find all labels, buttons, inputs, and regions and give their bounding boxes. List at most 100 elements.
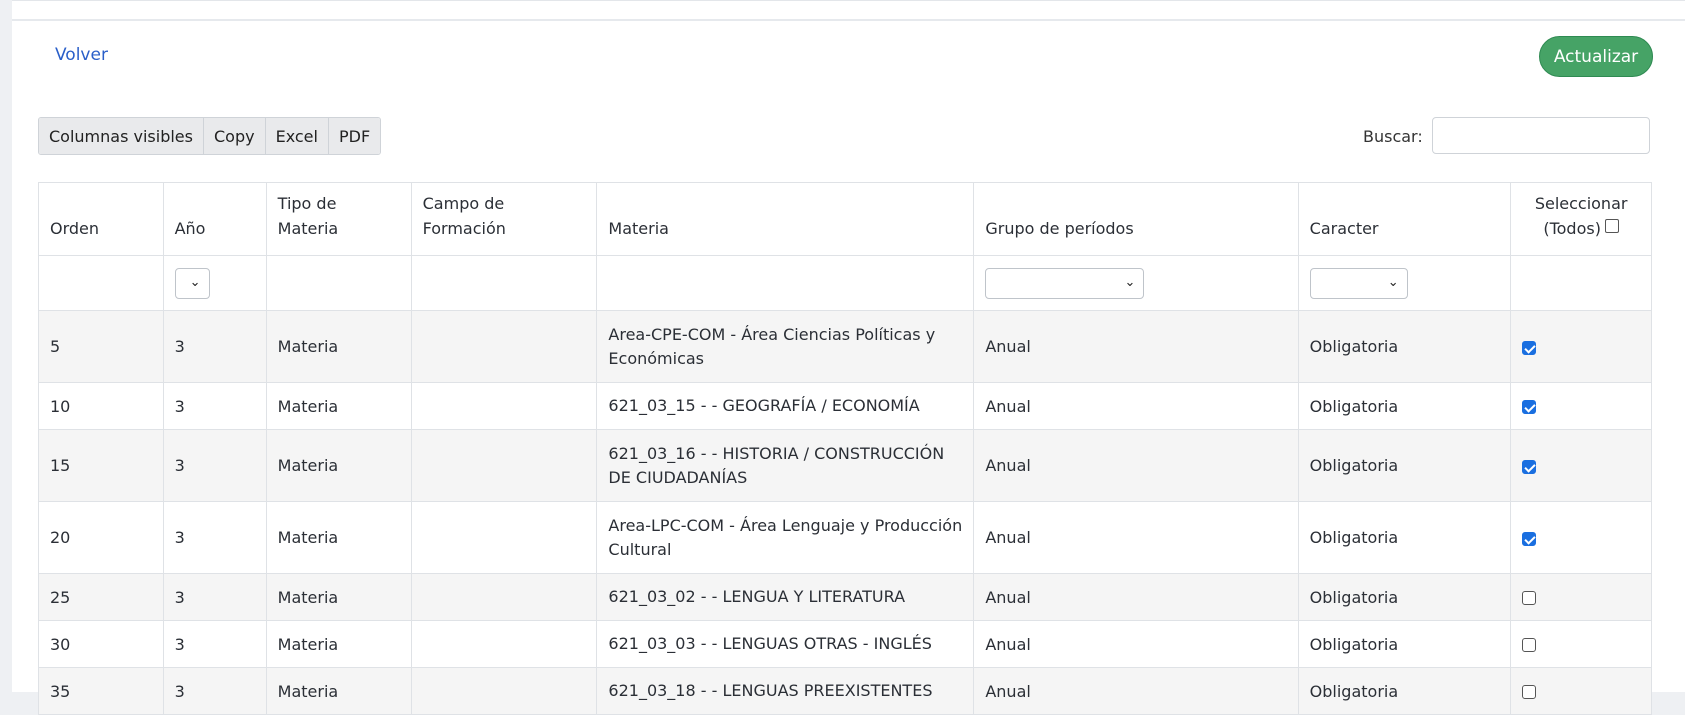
divider — [12, 19, 1685, 21]
table-row: 25 3 Materia 621_03_02 - - LENGUA Y LITERAT… — [38, 573, 1652, 621]
cell-caracter: Obligatoria — [1297, 667, 1512, 715]
cell-grupo: Anual — [973, 620, 1299, 668]
cell-anio: 3 — [162, 620, 267, 668]
select-all-checkbox[interactable] — [1604, 219, 1619, 233]
cell-materia: 621_03_18 - - LENGUAS PREEXISTENTES — [596, 667, 975, 715]
table-row: 5 3 Materia Area-CPE-COM - Área Ciencias Po… — [38, 310, 1652, 383]
column-visibility-button[interactable]: Columnas visibles — [39, 118, 204, 154]
cell-campo — [410, 620, 598, 668]
cell-select — [1510, 620, 1652, 668]
cell-select — [1510, 429, 1652, 502]
row-select-checkbox[interactable] — [1522, 531, 1537, 546]
cell-tipo: Materia — [265, 573, 412, 621]
row-select-checkbox[interactable] — [1522, 685, 1537, 699]
cell-materia: 621_03_15 - - GEOGRAFÍA / ECONOMÍA — [596, 382, 975, 430]
col-header-grupo[interactable]: Grupo de períodos — [973, 182, 1299, 256]
cell-caracter: Obligatoria — [1297, 429, 1512, 502]
table-row: 15 3 Materia 621_03_16 - - HISTORIA / CONST… — [38, 429, 1652, 502]
cell-campo — [410, 382, 598, 430]
cell-tipo: Materia — [265, 667, 412, 715]
table-row: 30 3 Materia 621_03_03 - - LENGUAS OTRAS - … — [38, 620, 1652, 668]
chevron-down-icon: ⌄ — [1124, 274, 1136, 290]
col-header-materia[interactable]: Materia — [596, 182, 975, 256]
row-select-checkbox[interactable] — [1522, 591, 1537, 605]
col-header-tipo[interactable]: Tipo de Materia — [265, 182, 412, 256]
cell-orden: 25 — [38, 573, 164, 621]
cell-materia: 621_03_16 - - HISTORIA / CONSTRUCCIÓN DE… — [596, 429, 975, 502]
search-input[interactable] — [1432, 117, 1650, 154]
update-button[interactable]: Actualizar — [1539, 36, 1653, 77]
cell-materia: 621_03_02 - - LENGUA Y LITERATURA — [596, 573, 975, 621]
cell-select — [1510, 501, 1652, 574]
search-label: Buscar: — [1363, 127, 1423, 146]
export-button-group: Columnas visibles Copy Excel PDF — [38, 117, 382, 155]
filter-row: ⌄ ⌄ ⌄ — [38, 255, 1652, 311]
table-row: 35 3 Materia 621_03_18 - - LENGUAS PREEXIST… — [38, 667, 1652, 715]
cell-grupo: Anual — [973, 573, 1299, 621]
col-header-anio[interactable]: Año — [162, 182, 267, 256]
cell-anio: 3 — [162, 310, 267, 383]
row-select-checkbox[interactable] — [1522, 340, 1537, 355]
cell-campo — [410, 310, 598, 383]
content-panel: Volver Actualizar Columnas visibles Copy… — [12, 0, 1685, 715]
cell-campo — [410, 667, 598, 715]
cell-grupo: Anual — [973, 429, 1299, 502]
cell-select — [1510, 667, 1652, 715]
cell-select — [1510, 310, 1652, 383]
cell-grupo: Anual — [973, 382, 1299, 430]
table-body: 5 3 Materia Area-CPE-COM - Área Ciencias Po… — [38, 310, 1652, 715]
cell-orden: 5 — [38, 310, 164, 383]
cell-campo — [410, 573, 598, 621]
table-row: 20 3 Materia Area-LPC-COM - Área Lenguaje y… — [38, 501, 1652, 574]
back-link[interactable]: Volver — [55, 45, 108, 65]
chevron-down-icon: ⌄ — [1387, 274, 1399, 290]
col-header-caracter[interactable]: Caracter — [1297, 182, 1512, 256]
cell-materia: 621_03_03 - - LENGUAS OTRAS - INGLÉS — [596, 620, 975, 668]
col-header-seleccionar: Seleccionar (Todos) — [1510, 182, 1652, 256]
table-row: 10 3 Materia 621_03_15 - - GEOGRAFÍA / ECON… — [38, 382, 1652, 430]
cell-materia: Area-CPE-COM - Área Ciencias Políticas y… — [596, 310, 975, 383]
cell-anio: 3 — [162, 667, 267, 715]
pdf-button[interactable]: PDF — [328, 118, 381, 154]
cell-tipo: Materia — [265, 382, 412, 430]
subjects-table: Orden Año Tipo de Materia Campo de Forma… — [38, 182, 1652, 715]
cell-caracter: Obligatoria — [1297, 310, 1512, 383]
excel-button[interactable]: Excel — [265, 118, 329, 154]
row-select-checkbox[interactable] — [1522, 638, 1537, 652]
cell-grupo: Anual — [973, 310, 1299, 383]
cell-grupo: Anual — [973, 667, 1299, 715]
cell-caracter: Obligatoria — [1297, 620, 1512, 668]
col-header-orden[interactable]: Orden — [38, 182, 164, 256]
table-header-row: Orden Año Tipo de Materia Campo de Forma… — [38, 182, 1652, 256]
col-header-campo[interactable]: Campo de Formación — [410, 182, 598, 256]
row-select-checkbox[interactable] — [1522, 400, 1537, 414]
cell-orden: 10 — [38, 382, 164, 430]
cell-tipo: Materia — [265, 310, 412, 383]
cell-tipo: Materia — [265, 501, 412, 574]
caracter-filter-select[interactable]: ⌄ — [1309, 267, 1408, 299]
cell-anio: 3 — [162, 382, 267, 430]
cell-anio: 3 — [162, 501, 267, 574]
cell-materia: Area-LPC-COM - Área Lenguaje y Producció… — [596, 501, 975, 574]
cell-caracter: Obligatoria — [1297, 382, 1512, 430]
cell-tipo: Materia — [265, 429, 412, 502]
cell-grupo: Anual — [973, 501, 1299, 574]
row-select-checkbox[interactable] — [1522, 459, 1537, 474]
cell-caracter: Obligatoria — [1297, 501, 1512, 574]
cell-select — [1510, 573, 1652, 621]
cell-campo — [410, 429, 598, 502]
cell-select — [1510, 382, 1652, 430]
cell-orden: 35 — [38, 667, 164, 715]
cell-anio: 3 — [162, 429, 267, 502]
cell-campo — [410, 501, 598, 574]
anio-filter-select[interactable]: ⌄ — [174, 267, 210, 299]
cell-orden: 30 — [38, 620, 164, 668]
grupo-filter-select[interactable]: ⌄ — [985, 267, 1145, 299]
cell-anio: 3 — [162, 573, 267, 621]
chevron-down-icon: ⌄ — [189, 274, 201, 290]
cell-orden: 15 — [38, 429, 164, 502]
cell-caracter: Obligatoria — [1297, 573, 1512, 621]
copy-button[interactable]: Copy — [203, 118, 266, 154]
cell-orden: 20 — [38, 501, 164, 574]
cell-tipo: Materia — [265, 620, 412, 668]
